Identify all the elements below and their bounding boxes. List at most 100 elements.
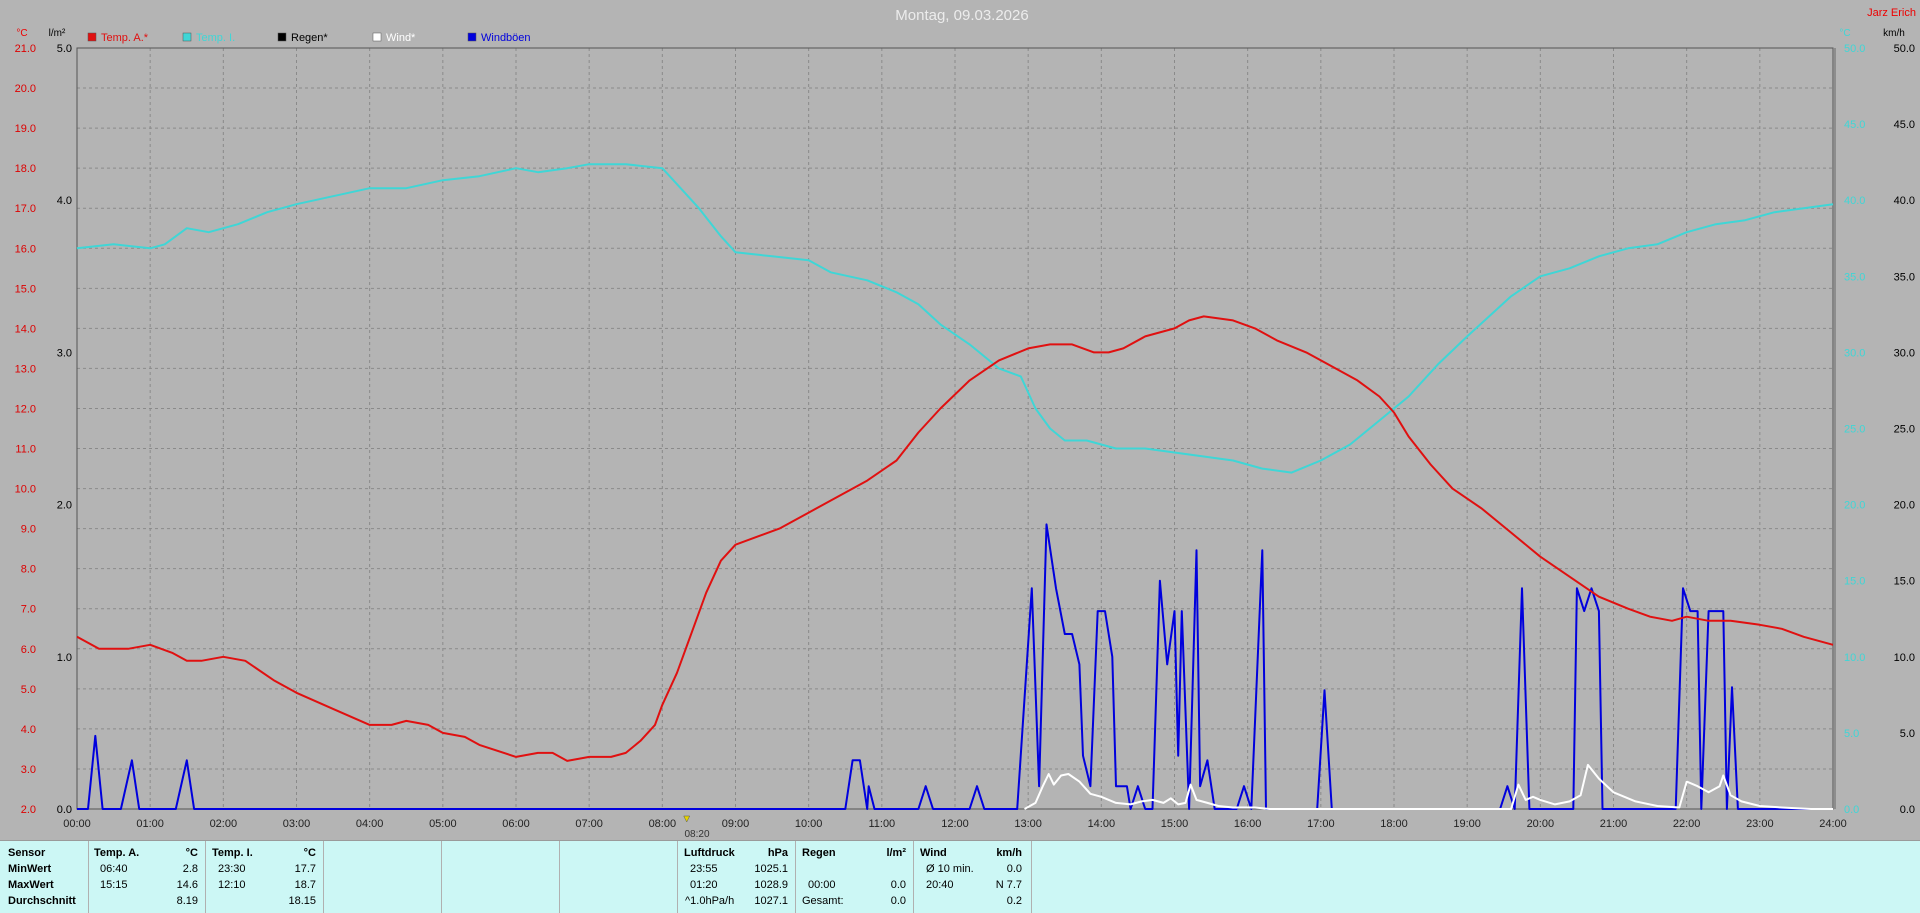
row-max-label: MaxWert [8,879,54,891]
header-regen: Regen [802,847,836,859]
right-temp-tick-label: 45.0 [1844,119,1865,131]
wind-tick-label: 50.0 [1894,43,1915,55]
row-max-wind-val: N 7.7 [995,879,1022,891]
temp-tick-label: 18.0 [15,163,36,175]
row-min-press-time: 23:55 [690,863,718,875]
row-max-temp-i-val: 18.7 [294,879,316,891]
wind-tick-label: 15.0 [1894,576,1915,588]
row-avg-label: Durchschnitt [8,895,76,907]
wind-tick-label: 20.0 [1894,500,1915,512]
right-temp-tick-label: 30.0 [1844,347,1865,359]
temp-tick-label: 13.0 [15,363,36,375]
row-min-temp-i-time: 23:30 [218,863,246,875]
x-tick-label: 03:00 [283,818,311,830]
row-min-temp-a-time: 06:40 [100,863,128,875]
x-tick-label: 13:00 [1014,818,1042,830]
statistics-panel: Sensor Temp. A. °C Temp. I. °C Luftdruck… [0,840,1920,913]
row-max-regen-val: 0.0 [890,879,906,891]
temp-tick-label: 5.0 [21,684,36,696]
temp-tick-label: 21.0 [15,43,36,55]
wind-tick-label: 40.0 [1894,195,1915,207]
legend-swatch [182,32,192,42]
right-temp-tick-label: 0.0 [1844,804,1859,816]
temp-tick-label: 9.0 [21,524,36,536]
temp-tick-label: 12.0 [15,403,36,415]
rain-tick-label: 3.0 [57,347,72,359]
row-max-regen-time: 00:00 [808,879,836,891]
temp-tick-label: 14.0 [15,323,36,335]
temp-tick-label: 16.0 [15,243,36,255]
right-temp-tick-label: 35.0 [1844,271,1865,283]
legend-label: Temp. A.* [101,32,149,44]
x-tick-label: 01:00 [136,818,164,830]
row-min-wind-label: Ø 10 min. [926,863,974,875]
x-tick-label: 14:00 [1088,818,1116,830]
temp-tick-label: 7.0 [21,604,36,616]
x-tick-label: 07:00 [575,818,603,830]
legend-label: Windböen [481,32,531,44]
header-sensor: Sensor [8,847,46,859]
row-avg-press-val: 1027.1 [754,895,788,907]
wind-tick-label: 5.0 [1900,728,1915,740]
x-tick-label: 17:00 [1307,818,1335,830]
row-max-press-val: 1028.9 [754,879,788,891]
x-tick-label: 18:00 [1380,818,1408,830]
rain-tick-label: 0.0 [57,804,72,816]
wind-tick-label: 35.0 [1894,271,1915,283]
right-temp-tick-label: 50.0 [1844,43,1865,55]
legend-swatch [372,32,382,42]
time-marker-label: 08:20 [684,829,709,840]
row-avg-regen-val: 0.0 [890,895,906,907]
row-avg-regen-time: Gesamt: [802,895,844,907]
right-temp-tick-label: 40.0 [1844,195,1865,207]
rain-tick-label: 5.0 [57,43,72,55]
header-temp-i-unit: °C [303,847,316,859]
legend-label: Temp. I. [196,32,235,44]
x-tick-label: 16:00 [1234,818,1262,830]
x-tick-label: 06:00 [502,818,530,830]
legend-swatch [277,32,287,42]
row-avg-press-time: ^1.0hPa/h [685,895,735,907]
x-tick-label: 10:00 [795,818,823,830]
temp-tick-label: 2.0 [21,804,36,816]
temp-tick-label: 20.0 [15,83,36,95]
x-tick-label: 23:00 [1746,818,1774,830]
x-tick-label: 12:00 [941,818,969,830]
right-temp-tick-label: 5.0 [1844,728,1859,740]
row-min-wind-val: 0.0 [1006,863,1022,875]
x-tick-label: 11:00 [868,818,895,830]
right-temp-tick-label: 25.0 [1844,424,1865,436]
right-temp-tick-label: 15.0 [1844,576,1865,588]
legend-label: Regen* [291,32,328,44]
x-tick-label: 04:00 [356,818,384,830]
row-max-press-time: 01:20 [690,879,718,891]
temp-tick-label: 4.0 [21,724,36,736]
x-tick-label: 02:00 [210,818,238,830]
row-min-temp-i-val: 17.7 [294,863,316,875]
rain-tick-label: 1.0 [57,652,72,664]
chart-background [0,0,1920,840]
x-tick-label: 08:00 [649,818,677,830]
row-min-label: MinWert [8,863,52,875]
x-tick-label: 22:00 [1673,818,1701,830]
header-temp-a: Temp. A. [94,847,140,859]
chart-title: Montag, 09.03.2026 [895,7,1028,24]
header-regen-unit: l/m² [886,847,906,859]
rain-tick-label: 4.0 [57,195,72,207]
x-tick-label: 20:00 [1527,818,1555,830]
wind-tick-label: 25.0 [1894,424,1915,436]
row-avg-temp-a-val: 8.19 [176,895,198,907]
brand-label: Jarz Erich [1867,7,1916,19]
temp-tick-label: 19.0 [15,123,36,135]
x-tick-label: 19:00 [1453,818,1481,830]
header-temp-i: Temp. I. [212,847,253,859]
right-temp-unit: °C [1839,28,1850,39]
row-min-press-val: 1025.1 [754,863,788,875]
legend-swatch [467,32,477,42]
wind-tick-label: 45.0 [1894,119,1915,131]
header-wind-unit: km/h [996,847,1022,859]
temp-tick-label: 15.0 [15,283,36,295]
left-rain-unit: l/m² [49,28,66,39]
legend-label: Wind* [386,32,416,44]
wind-tick-label: 30.0 [1894,347,1915,359]
